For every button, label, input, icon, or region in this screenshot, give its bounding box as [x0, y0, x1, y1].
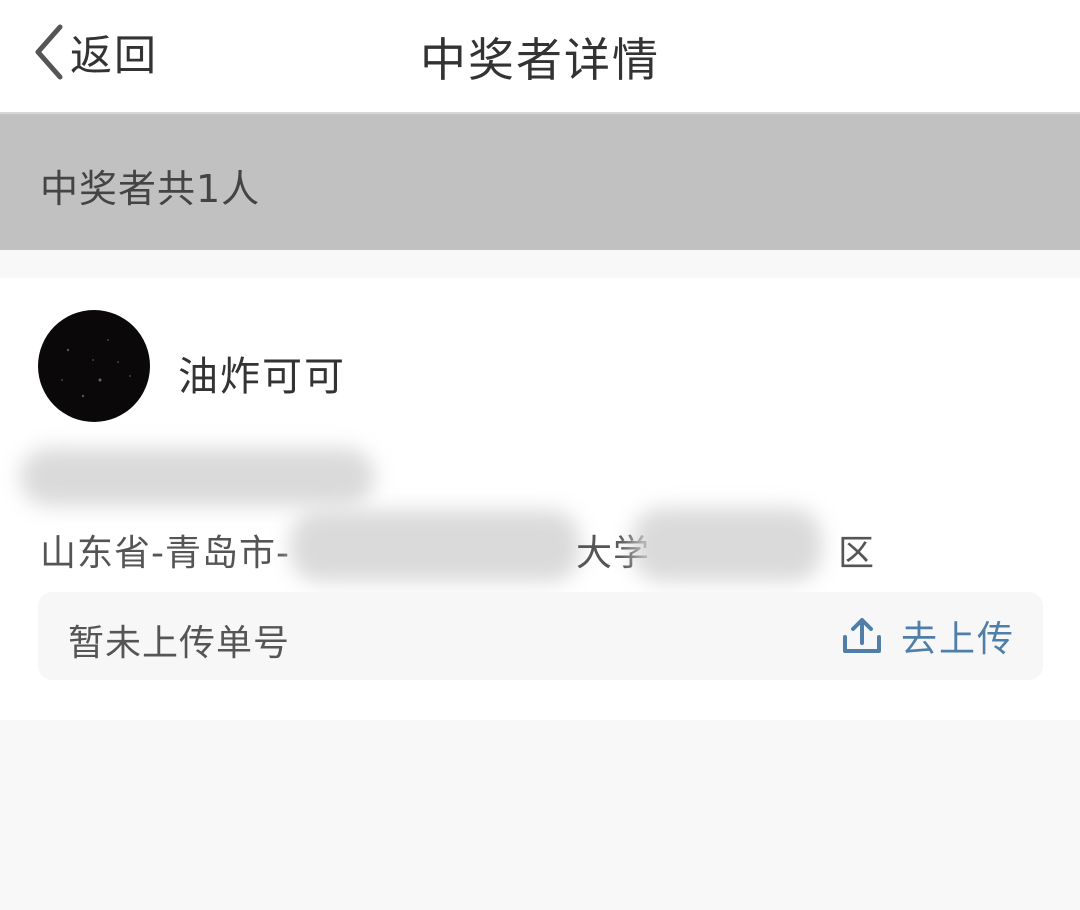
winner-count-text: 中奖者共1人 — [40, 167, 261, 211]
upload-button[interactable]: 去上传 — [841, 610, 1015, 662]
redacted-address-2 — [632, 508, 822, 582]
address-prefix: 山东省-青岛市- — [40, 533, 290, 574]
redacted-contact — [20, 448, 375, 506]
redacted-address-1 — [290, 510, 580, 582]
upload-icon — [841, 615, 883, 657]
nav-bar: 返回 中奖者详情 — [0, 0, 1080, 114]
tracking-number-box: 暂未上传单号 去上传 — [38, 592, 1043, 680]
winner-count-banner: 中奖者共1人 — [0, 114, 1080, 250]
avatar — [38, 310, 150, 422]
upload-label: 去上传 — [900, 619, 1015, 660]
winner-card: 油炸可可 山东省-青岛市- 大学 区 暂未上传单号 去上传 — [0, 278, 1080, 720]
winner-name: 油炸可可 — [178, 354, 346, 400]
address-end: 区 — [838, 533, 876, 574]
page-title: 中奖者详情 — [420, 33, 660, 87]
winner-address: 山东省-青岛市- — [40, 524, 290, 576]
tracking-status: 暂未上传单号 — [68, 623, 291, 664]
